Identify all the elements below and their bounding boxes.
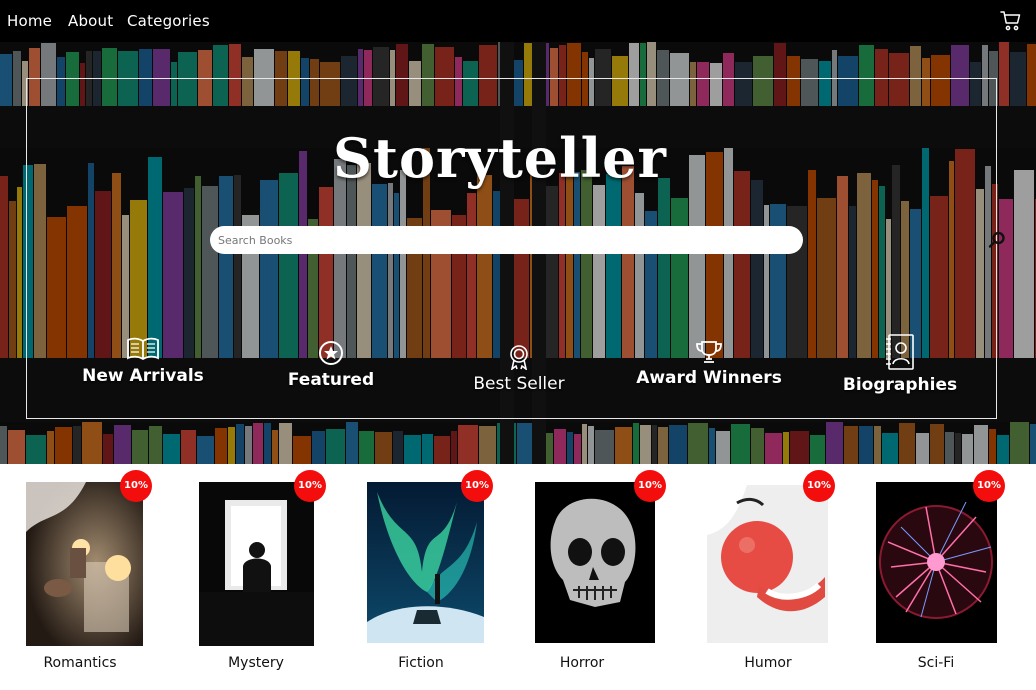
discount-badge: 10%: [461, 470, 493, 502]
fiction-image[interactable]: [367, 482, 484, 643]
sci-fi-image[interactable]: [876, 482, 997, 643]
horror-image[interactable]: [535, 482, 655, 643]
category-name: Mystery: [228, 655, 284, 671]
open-book-icon: [126, 336, 160, 362]
category-card-fiction[interactable]: 10% Fiction: [331, 470, 511, 680]
discount-badge: 10%: [120, 470, 152, 502]
contact-card-icon: [885, 333, 915, 371]
featured-label: Featured: [287, 370, 375, 390]
nav-categories-link[interactable]: Categories: [127, 12, 210, 30]
category-card-sci-fi[interactable]: 10% Sci-Fi: [846, 470, 1026, 680]
category-card-romantics[interactable]: 10% Romantics: [0, 470, 170, 680]
category-name: Fiction: [398, 655, 444, 671]
category-name: Sci-Fi: [917, 655, 955, 671]
mystery-image[interactable]: [199, 482, 314, 646]
search-input[interactable]: [218, 230, 768, 250]
award-ribbon-icon: [507, 344, 531, 371]
category-card-horror[interactable]: 10% Horror: [492, 470, 672, 680]
shopping-cart-icon[interactable]: [999, 9, 1023, 33]
discount-badge: 10%: [634, 470, 666, 502]
category-name: Horror: [559, 655, 605, 671]
romantics-image[interactable]: [26, 482, 143, 646]
biographies-link[interactable]: Biographies: [800, 333, 1000, 395]
search-bar: [210, 226, 1005, 254]
hero-banner: Storyteller New Arrivals Featur: [0, 42, 1036, 464]
award-winners-label: Award Winners: [636, 368, 782, 388]
best-seller-label: Best Seller: [473, 374, 565, 394]
humor-image[interactable]: [707, 485, 828, 643]
site-title: Storyteller: [333, 126, 667, 190]
best-seller-link[interactable]: Best Seller: [419, 344, 619, 394]
discount-badge: 10%: [294, 470, 326, 502]
discount-badge: 10%: [803, 470, 835, 502]
top-navbar: Home About Categories: [0, 0, 1036, 42]
new-arrivals-label: New Arrivals: [82, 366, 204, 386]
category-name: Humor: [744, 655, 792, 671]
trophy-icon: [694, 340, 724, 364]
discount-badge: 10%: [973, 470, 1005, 502]
nav-home-link[interactable]: Home: [7, 12, 52, 30]
category-card-mystery[interactable]: 10% Mystery: [166, 470, 346, 680]
star-badge-icon: [318, 340, 344, 366]
new-arrivals-link[interactable]: New Arrivals: [43, 336, 243, 386]
search-icon[interactable]: [987, 230, 1007, 254]
nav-about-link[interactable]: About: [68, 12, 113, 30]
category-card-humor[interactable]: 10% Humor: [678, 470, 858, 680]
award-winners-link[interactable]: Award Winners: [609, 340, 809, 388]
biographies-label: Biographies: [842, 375, 958, 395]
featured-link[interactable]: Featured: [231, 340, 431, 390]
category-name: Romantics: [43, 655, 117, 671]
